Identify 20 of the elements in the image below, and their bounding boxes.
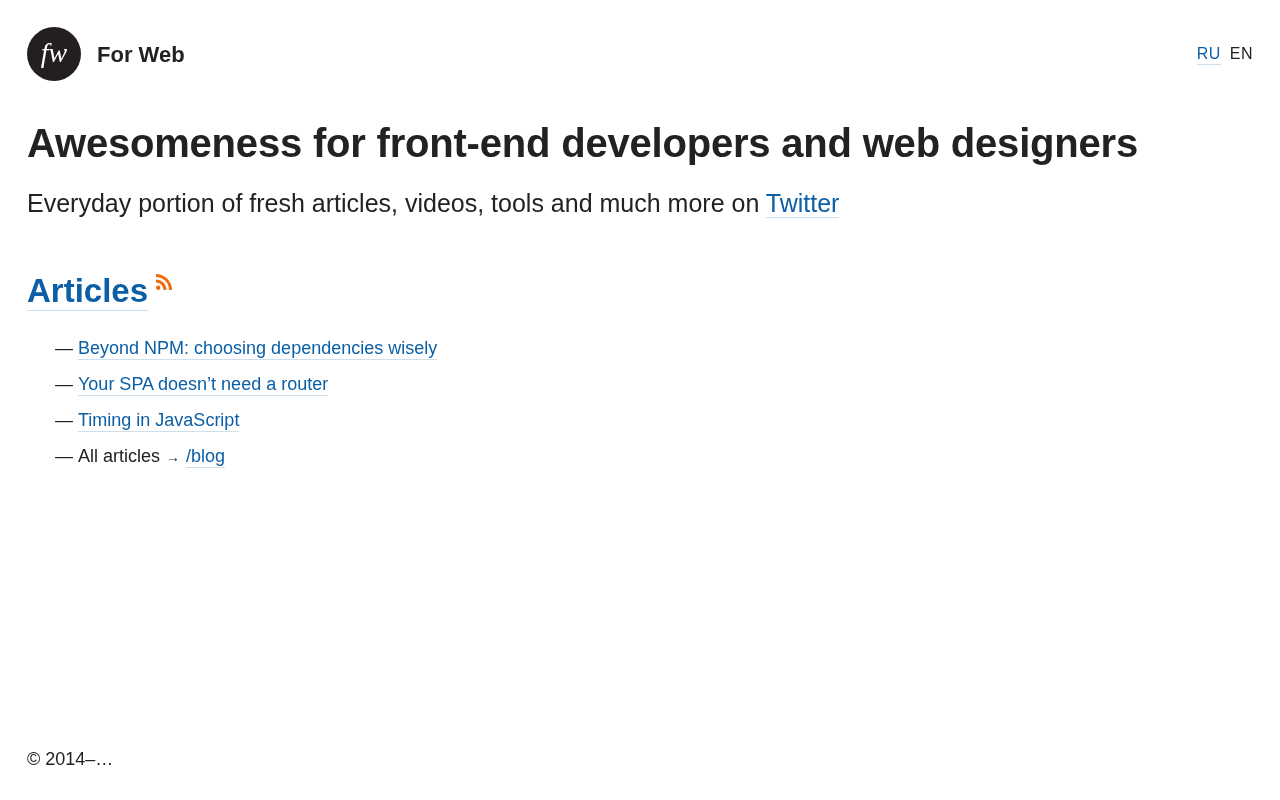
all-articles-label: All articles: [78, 445, 161, 468]
articles-heading-link[interactable]: Articles: [27, 272, 149, 311]
rss-icon[interactable]: [156, 274, 173, 290]
site-name[interactable]: For Web: [97, 37, 185, 71]
list-dash: —: [55, 373, 73, 396]
blog-link[interactable]: /blog: [186, 445, 226, 468]
twitter-link[interactable]: Twitter: [765, 189, 840, 218]
article-link[interactable]: Beyond NPM: choosing dependencies wisely: [78, 337, 438, 360]
article-link[interactable]: Your SPA doesn’t need a router: [78, 373, 329, 396]
subtitle: Everyday portion of fresh articles, videos, tools and much more on Twitter: [27, 188, 841, 220]
article-link[interactable]: Timing in JavaScript: [78, 409, 240, 432]
language-link[interactable]: EN: [1229, 43, 1253, 65]
arrow: →: [166, 448, 181, 467]
list-dash: —: [55, 337, 73, 360]
list-dash: —: [55, 409, 73, 432]
logo[interactable]: fw: [27, 27, 81, 81]
list-dash: —: [55, 445, 73, 468]
page-title: Awesomeness for front-end developers and web designers: [27, 120, 1139, 167]
language-link[interactable]: RU: [1196, 43, 1221, 65]
copyright: © 2014–…: [27, 749, 114, 769]
